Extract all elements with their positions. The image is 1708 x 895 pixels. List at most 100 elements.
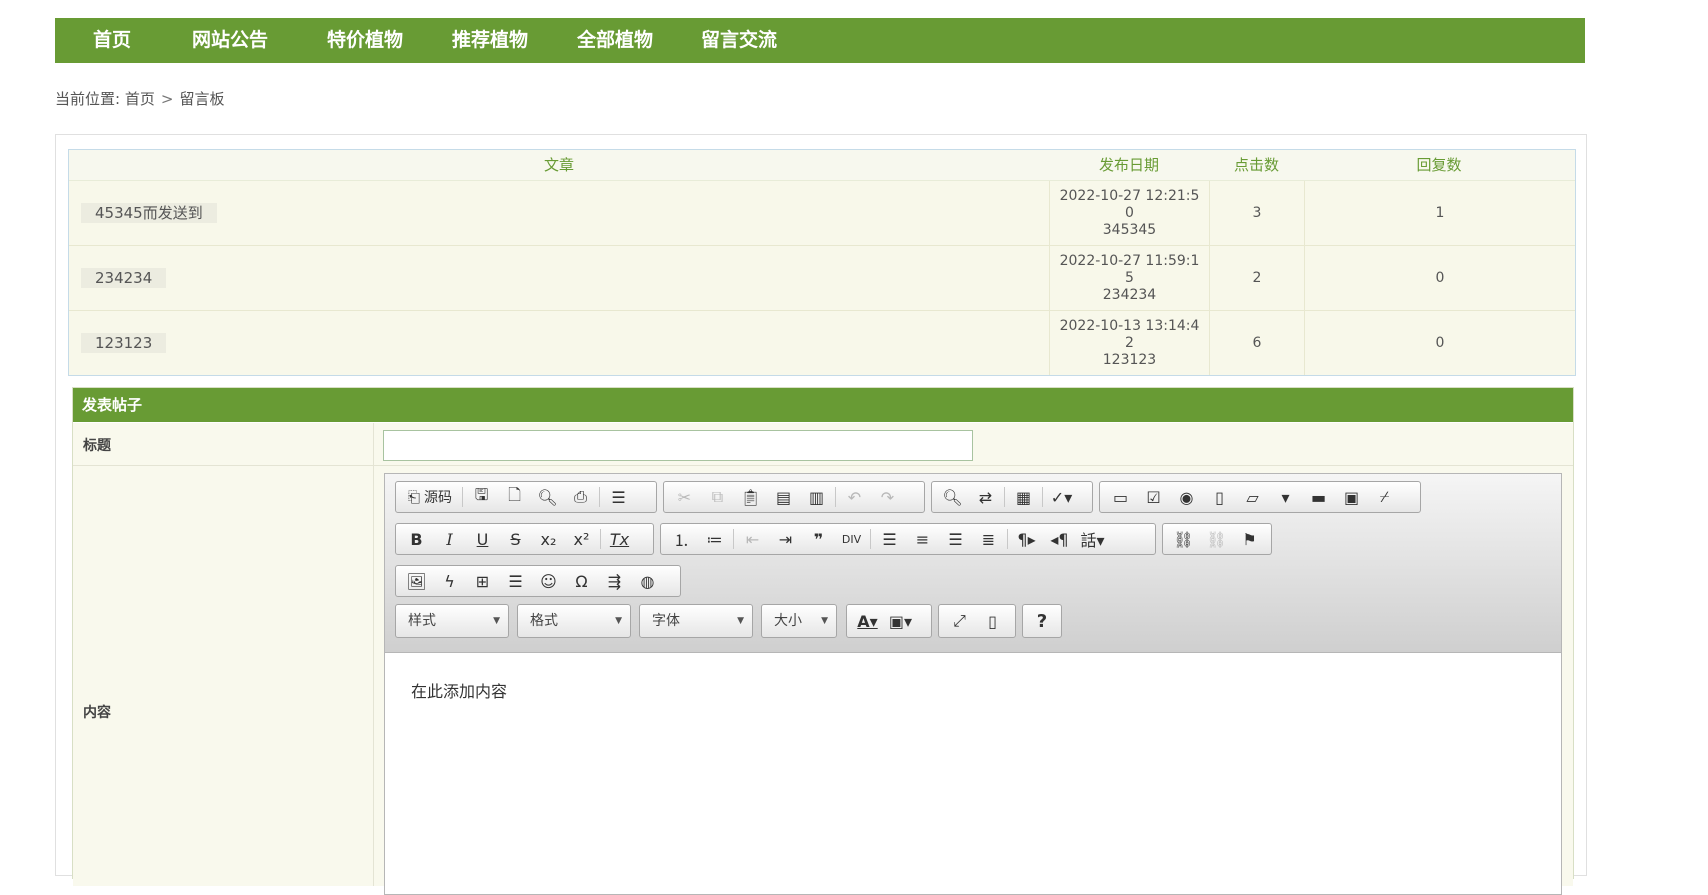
nav-announcements[interactable]: 网站公告: [192, 18, 268, 63]
outdent-icon[interactable]: ⇤: [736, 524, 769, 554]
date-line: 2022-10-27 11:59:1: [1059, 252, 1200, 269]
align-center-icon[interactable]: ≡: [906, 524, 939, 554]
nav-recommended-plants[interactable]: 推荐植物: [452, 18, 528, 63]
copy-icon[interactable]: ⧉: [701, 482, 734, 512]
paste-word-icon[interactable]: ▥: [800, 482, 833, 512]
textarea-icon[interactable]: ▱: [1236, 482, 1269, 512]
language-icon[interactable]: 話▾: [1076, 524, 1109, 554]
link-icon[interactable]: ⛓: [1167, 524, 1200, 554]
flash-icon[interactable]: ϟ: [433, 566, 466, 596]
maximize-icon[interactable]: ⤢: [943, 606, 976, 636]
radio-icon[interactable]: ◉: [1170, 482, 1203, 512]
find-icon[interactable]: 🔍︎: [936, 482, 969, 512]
breadcrumb-current: 留言板: [179, 90, 225, 108]
textfield-icon[interactable]: ▯: [1203, 482, 1236, 512]
post-replies: 1: [1304, 181, 1575, 245]
numbered-list-icon[interactable]: ⒈: [665, 524, 698, 554]
align-right-icon[interactable]: ☰: [939, 524, 972, 554]
editor-content-area[interactable]: 在此添加内容: [411, 678, 507, 702]
ltr-icon[interactable]: ¶▸: [1010, 524, 1043, 554]
style-combo[interactable]: 样式 ▼: [395, 604, 509, 638]
font-combo[interactable]: 字体 ▼: [639, 604, 753, 638]
checkbox-icon[interactable]: ☑: [1137, 482, 1170, 512]
table-icon[interactable]: ⊞: [466, 566, 499, 596]
header-clicks: 点击数: [1233, 156, 1279, 174]
select-field-icon[interactable]: ▾: [1269, 482, 1302, 512]
bold-icon[interactable]: B: [400, 524, 433, 554]
anchor-icon[interactable]: ⚑: [1233, 524, 1266, 554]
spellcheck-icon[interactable]: ✓▾: [1045, 482, 1078, 512]
blockquote-icon[interactable]: ❞: [802, 524, 835, 554]
breadcrumb-home[interactable]: 首页: [125, 90, 155, 108]
date-line: 2022-10-13 13:14:4: [1059, 317, 1200, 334]
hidden-field-icon[interactable]: ⌿: [1368, 482, 1401, 512]
format-combo[interactable]: 格式 ▼: [517, 604, 631, 638]
cut-icon[interactable]: ✂: [668, 482, 701, 512]
align-justify-icon[interactable]: ≣: [972, 524, 1005, 554]
toolbar-separator: [1042, 487, 1043, 507]
unlink-icon[interactable]: ⛓: [1200, 524, 1233, 554]
chevron-down-icon: ▼: [493, 616, 500, 626]
replace-icon[interactable]: ⇄: [969, 482, 1002, 512]
post-form-header: 发表帖子: [73, 388, 1573, 422]
horizontal-rule-icon[interactable]: ☰: [499, 566, 532, 596]
save-icon[interactable]: 🖫: [465, 482, 498, 512]
print-icon[interactable]: ⎙: [564, 482, 597, 512]
text-color-icon[interactable]: A▾: [851, 606, 884, 636]
source-button[interactable]: ⎗ 源码: [400, 482, 460, 512]
table-row: 45345而发送到 2022-10-27 12:21:5 0 345345 3 …: [69, 181, 1575, 246]
indent-icon[interactable]: ⇥: [769, 524, 802, 554]
iframe-icon[interactable]: ◍: [631, 566, 664, 596]
show-blocks-icon[interactable]: ▯: [976, 606, 1009, 636]
format-combo-label: 格式: [530, 613, 558, 629]
background-color-icon[interactable]: ▣▾: [884, 606, 917, 636]
post-date: 2022-10-27 12:21:5 0 345345: [1049, 181, 1209, 245]
form-icon[interactable]: ▭: [1104, 482, 1137, 512]
smiley-icon[interactable]: ☺: [532, 566, 565, 596]
post-date: 2022-10-13 13:14:4 2 123123: [1049, 311, 1209, 375]
rtl-icon[interactable]: ◂¶: [1043, 524, 1076, 554]
page-break-icon[interactable]: ⇶: [598, 566, 631, 596]
post-title-link[interactable]: 45345而发送到: [81, 203, 217, 223]
div-container-icon[interactable]: DIV: [835, 524, 868, 554]
strikethrough-icon[interactable]: S: [499, 524, 532, 554]
select-all-icon[interactable]: ▦: [1007, 482, 1040, 512]
italic-icon[interactable]: I: [433, 524, 466, 554]
image-button-icon[interactable]: ▣: [1335, 482, 1368, 512]
nav-home[interactable]: 首页: [93, 18, 131, 63]
image-icon[interactable]: 🖼︎: [400, 566, 433, 596]
size-combo[interactable]: 大小 ▼: [761, 604, 837, 638]
nav-special-plants[interactable]: 特价植物: [327, 18, 403, 63]
post-title-link[interactable]: 123123: [81, 333, 167, 353]
align-left-icon[interactable]: ☰: [873, 524, 906, 554]
post-title-link[interactable]: 234234: [81, 268, 167, 288]
style-combo-label: 样式: [408, 613, 436, 629]
toolbar-separator: [870, 529, 871, 549]
date-line: 345345: [1102, 221, 1157, 238]
bulleted-list-icon[interactable]: ≔: [698, 524, 731, 554]
undo-icon[interactable]: ↶: [838, 482, 871, 512]
superscript-icon[interactable]: x²: [565, 524, 598, 554]
help-icon[interactable]: ?: [1027, 606, 1057, 636]
paste-text-icon[interactable]: ▤: [767, 482, 800, 512]
preview-icon[interactable]: 🔍︎: [531, 482, 564, 512]
toolbar-separator: [462, 487, 464, 507]
button-field-icon[interactable]: ▬: [1302, 482, 1335, 512]
breadcrumb: 当前位置: 首页 > 留言板: [55, 88, 224, 109]
toolbar-group-editing: 🔍︎ ⇄ ▦ ✓▾: [931, 481, 1093, 513]
message-list-table: 文章 发布日期 点击数 回复数 45345而发送到 2022-10-27 12:…: [68, 149, 1576, 376]
redo-icon[interactable]: ↷: [871, 482, 904, 512]
post-clicks: 6: [1209, 311, 1304, 375]
source-label: 源码: [424, 490, 453, 506]
size-combo-label: 大小: [774, 613, 802, 629]
title-input[interactable]: [383, 430, 973, 461]
subscript-icon[interactable]: x₂: [532, 524, 565, 554]
remove-format-icon[interactable]: Tx: [603, 524, 636, 554]
templates-icon[interactable]: ☰: [602, 482, 635, 512]
paste-icon[interactable]: 📋︎: [734, 482, 767, 512]
special-char-icon[interactable]: Ω: [565, 566, 598, 596]
new-page-icon[interactable]: 🗋: [498, 482, 531, 512]
underline-icon[interactable]: U: [466, 524, 499, 554]
nav-message-board[interactable]: 留言交流: [701, 18, 777, 63]
nav-all-plants[interactable]: 全部植物: [577, 18, 653, 63]
